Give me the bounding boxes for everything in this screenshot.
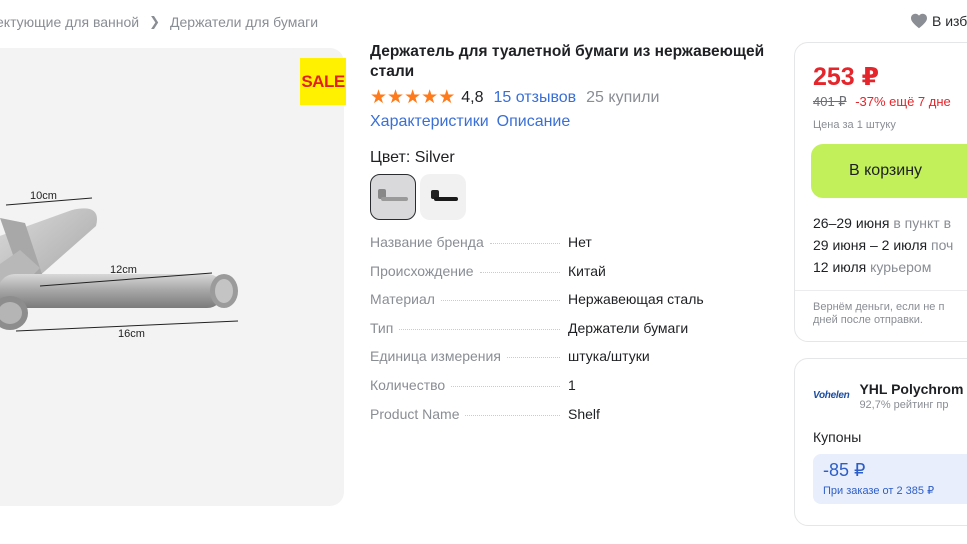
- spec-table: Название бренда Нет Происхождение Китай …: [370, 234, 770, 434]
- spec-key: Название бренда: [370, 234, 484, 250]
- black-holder-thumb-icon: [431, 190, 458, 201]
- spec-value: Shelf: [568, 405, 600, 422]
- spec-value: Держатели бумаги: [568, 319, 689, 336]
- star-icon: ★: [438, 87, 456, 108]
- coupon-card[interactable]: -85 ₽ При заказе от 2 385 ₽: [813, 454, 967, 504]
- spec-value: штука/штуки: [568, 348, 650, 365]
- discount-label: -37% ещё 7 дне: [855, 94, 951, 109]
- delivery-date: 26–29 июня: [813, 215, 890, 231]
- product-info: Держатель для туалетной бумаги из нержав…: [370, 42, 770, 434]
- star-icon: ★: [387, 87, 405, 108]
- rating-stars: ★ ★ ★ ★ ★: [370, 88, 455, 107]
- price-details: 401 ₽ -37% ещё 7 дне: [813, 94, 967, 110]
- delivery-options: 26–29 июня в пункт в 29 июня – 2 июля по…: [813, 212, 967, 278]
- tab-characteristics[interactable]: Характеристики: [370, 113, 489, 131]
- spec-row: Количество 1: [370, 377, 770, 406]
- reviews-link[interactable]: 15 отзывов: [493, 89, 576, 107]
- star-icon: ★: [370, 87, 388, 108]
- spec-key: Тип: [370, 319, 394, 336]
- delivery-option[interactable]: 29 июня – 2 июля поч: [813, 234, 967, 256]
- spec-row: Материал Нержавеющая сталь: [370, 291, 770, 320]
- tab-description[interactable]: Описание: [497, 113, 571, 131]
- buy-box: 253 ₽ 401 ₽ -37% ещё 7 дне Цена за 1 шту…: [794, 42, 967, 342]
- dimension-label-10: 10cm: [30, 190, 57, 202]
- silver-holder-thumb-icon: [378, 189, 408, 201]
- spec-row: Единица измерения штука/штуки: [370, 348, 770, 377]
- refund-line: Вернём деньги, если не п: [813, 301, 945, 313]
- heart-icon: [911, 13, 927, 29]
- breadcrumb: ектующие для ванной ❯ Держатели для бума…: [0, 14, 318, 30]
- unit-price-note: Цена за 1 штуку: [813, 119, 896, 131]
- spec-value: Китай: [568, 262, 606, 279]
- delivery-detail: курьером: [866, 259, 932, 275]
- spec-key: Количество: [370, 376, 446, 393]
- current-price: 253 ₽: [813, 63, 880, 91]
- product-tabs: Характеристики Описание: [370, 113, 770, 131]
- refund-note: Вернём деньги, если не п дней после отпр…: [813, 301, 967, 327]
- spec-row: Происхождение Китай: [370, 263, 770, 292]
- seller-header[interactable]: Vohelen YHL Polychrom 92,7% рейтинг пр: [813, 381, 967, 411]
- product-photo: [0, 197, 239, 332]
- rating-value: 4,8: [461, 88, 484, 106]
- spec-value: 1: [568, 376, 576, 393]
- add-to-cart-label: В корзину: [849, 162, 923, 179]
- coupon-condition: При заказе от 2 385 ₽: [823, 485, 935, 497]
- refund-line: дней после отправки.: [813, 314, 923, 326]
- spec-key: Единица измерения: [370, 348, 501, 365]
- seller-logo: Vohelen: [813, 390, 850, 401]
- delivery-option[interactable]: 12 июля курьером: [813, 256, 967, 278]
- rating-row: ★ ★ ★ ★ ★ 4,8 15 отзывов 25 купили: [370, 88, 770, 107]
- breadcrumb-item-paper-holders[interactable]: Держатели для бумаги: [170, 14, 318, 30]
- spec-key: Материал: [370, 291, 435, 308]
- delivery-option[interactable]: 26–29 июня в пункт в: [813, 212, 967, 234]
- star-icon: ★: [404, 87, 422, 108]
- dimension-label-16: 16cm: [118, 328, 145, 340]
- color-option-black[interactable]: [420, 174, 466, 220]
- chevron-right-icon: ❯: [149, 14, 161, 29]
- spec-row: Product Name Shelf: [370, 406, 770, 435]
- add-to-cart-button[interactable]: В корзину: [811, 144, 967, 198]
- delivery-date: 29 июня – 2 июля: [813, 237, 928, 253]
- favorite-label: В изб: [932, 13, 967, 29]
- color-option-silver[interactable]: [370, 174, 416, 220]
- spec-row: Тип Держатели бумаги: [370, 320, 770, 349]
- spec-key: Происхождение: [370, 262, 474, 279]
- coupon-value: -85 ₽: [823, 460, 866, 480]
- product-image[interactable]: 10cm 12cm 16cm: [0, 48, 344, 506]
- color-label: Цвет: Silver: [370, 149, 455, 166]
- breadcrumb-item-bathroom[interactable]: ектующие для ванной: [0, 14, 139, 30]
- spec-key: Product Name: [370, 405, 460, 422]
- bought-count: 25 купили: [586, 88, 660, 106]
- product-title: Держатель для туалетной бумаги из нержав…: [370, 43, 765, 80]
- color-swatches: [370, 174, 770, 220]
- dimension-label-12: 12cm: [110, 264, 137, 276]
- sale-badge: SALE: [300, 58, 346, 105]
- favorite-button[interactable]: В изб: [910, 13, 967, 29]
- spec-row: Название бренда Нет: [370, 234, 770, 263]
- spec-value: Нет: [568, 234, 592, 250]
- old-price: 401 ₽: [813, 94, 847, 109]
- coupons-label: Купоны: [813, 429, 862, 445]
- delivery-detail: в пункт в: [889, 215, 952, 231]
- star-icon: ★: [421, 87, 439, 108]
- spec-value: Нержавеющая сталь: [568, 291, 704, 308]
- seller-rating: 92,7% рейтинг пр: [859, 399, 949, 411]
- seller-name[interactable]: YHL Polychrom: [859, 381, 963, 397]
- divider: [795, 290, 967, 291]
- delivery-detail: поч: [927, 237, 954, 253]
- seller-card: Vohelen YHL Polychrom 92,7% рейтинг пр К…: [794, 358, 967, 526]
- delivery-date: 12 июля: [813, 259, 867, 275]
